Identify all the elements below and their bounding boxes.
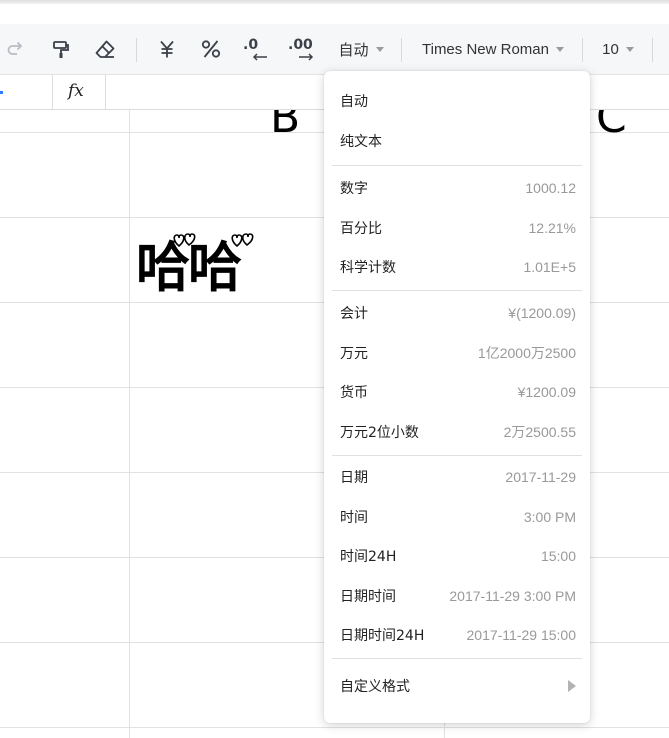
menu-item-label: 自动	[340, 94, 368, 110]
menu-item-label: 纯文本	[340, 134, 382, 150]
font-family-dropdown[interactable]: Times New Roman	[418, 24, 568, 74]
menu-item-sample: 2017-11-29	[505, 469, 576, 485]
formula-bar-divider	[105, 75, 106, 109]
toolbar-separator	[136, 38, 137, 62]
menu-item-plain-text[interactable]: 纯文本	[324, 122, 590, 160]
menu-item-number[interactable]: 数字 1000.12	[324, 169, 590, 207]
toolbar-separator	[652, 38, 653, 62]
number-format-value: 自动	[338, 40, 369, 59]
menu-item-accounting[interactable]: 会计 ¥(1200.09)	[324, 294, 590, 332]
menu-item-sample: 2万2500.55	[503, 424, 576, 440]
menu-item-label: 科学计数	[340, 260, 396, 276]
menu-item-auto[interactable]: 自动	[324, 82, 590, 120]
menu-item-label: 日期	[340, 470, 368, 486]
menu-item-sample: 15:00	[540, 548, 576, 564]
menu-divider	[332, 455, 582, 456]
menu-item-datetime[interactable]: 日期时间 2017-11-29 3:00 PM	[324, 577, 590, 615]
menu-divider	[332, 165, 582, 166]
menu-item-custom-format[interactable]: 自定义格式	[324, 667, 590, 705]
menu-item-label: 会计	[340, 306, 368, 322]
menu-divider	[332, 290, 582, 291]
toolbar-separator	[582, 38, 583, 62]
chevron-down-icon	[555, 46, 564, 52]
menu-divider	[332, 658, 582, 659]
percent-icon[interactable]	[198, 24, 224, 74]
menu-item-label: 万元2位小数	[340, 425, 419, 441]
menu-item-scientific[interactable]: 科学计数 1.01E+5	[324, 248, 590, 286]
increase-decimal-button[interactable]: .00	[286, 24, 318, 74]
menu-item-sample: 2017-11-29 3:00 PM	[449, 588, 576, 604]
column-line	[129, 110, 130, 738]
cell-text-b: B	[270, 110, 301, 143]
menu-item-sample: 1000.12	[525, 180, 576, 196]
row-line	[0, 727, 669, 728]
window-top-strip	[0, 0, 669, 24]
format-painter-icon[interactable]	[48, 24, 74, 74]
redo-icon[interactable]	[2, 24, 28, 74]
increase-decimal-label: .00	[288, 37, 313, 53]
number-format-menu: 自动 纯文本 数字 1000.12 百分比 12.21% 科学计数 1.01E+…	[324, 71, 590, 723]
formula-bar-divider	[52, 75, 53, 109]
toolbar: .0 .00 自动 Times New Roman 10	[0, 24, 669, 75]
toolbar-separator	[401, 38, 402, 62]
menu-item-label: 时间	[340, 510, 368, 526]
menu-item-datetime-24h[interactable]: 日期时间24H 2017-11-29 15:00	[324, 616, 590, 654]
font-size-value: 10	[602, 40, 619, 58]
decrease-decimal-label: .0	[243, 37, 259, 53]
fx-icon: fx	[68, 81, 84, 101]
arrow-right-icon	[299, 53, 314, 61]
chevron-down-icon	[625, 46, 634, 52]
number-format-dropdown[interactable]: 自动	[336, 24, 386, 74]
menu-item-currency[interactable]: 货币 ¥1200.09	[324, 373, 590, 411]
arrow-left-icon	[252, 53, 267, 61]
menu-item-sample: 12.21%	[528, 220, 576, 236]
menu-item-percent[interactable]: 百分比 12.21%	[324, 209, 590, 247]
menu-item-sample: 1.01E+5	[523, 259, 576, 275]
menu-item-sample: ¥1200.09	[517, 384, 576, 400]
font-size-dropdown[interactable]: 10	[598, 24, 638, 74]
font-family-value: Times New Roman	[422, 40, 549, 58]
cell-reference-marker	[0, 91, 3, 94]
menu-item-label: 万元	[340, 346, 368, 362]
decrease-decimal-button[interactable]: .0	[240, 24, 270, 74]
menu-item-label: 自定义格式	[340, 679, 410, 695]
cell-text-haha: 哈哈	[136, 236, 242, 299]
menu-item-wan-yuan[interactable]: 万元 1亿2000万2500	[324, 334, 590, 372]
menu-item-label: 货币	[340, 385, 368, 401]
menu-item-label: 日期时间24H	[340, 628, 425, 644]
currency-yuan-icon[interactable]	[154, 24, 180, 74]
eraser-icon[interactable]	[92, 24, 118, 74]
menu-item-label: 百分比	[340, 221, 382, 237]
menu-item-sample: ¥(1200.09)	[508, 305, 576, 321]
menu-item-time-24h[interactable]: 时间24H 15:00	[324, 537, 590, 575]
chevron-down-icon	[375, 46, 384, 52]
menu-item-sample: 3:00 PM	[523, 509, 576, 525]
menu-item-time[interactable]: 时间 3:00 PM	[324, 498, 590, 536]
cell-text-c: C	[596, 110, 627, 143]
menu-item-wan-yuan-2-decimal[interactable]: 万元2位小数 2万2500.55	[324, 413, 590, 451]
menu-item-label: 日期时间	[340, 589, 396, 605]
menu-item-label: 数字	[340, 181, 368, 197]
chevron-right-icon	[568, 680, 576, 692]
menu-item-sample: 1亿2000万2500	[477, 345, 576, 361]
menu-item-sample: 2017-11-29 15:00	[466, 627, 577, 643]
menu-item-date[interactable]: 日期 2017-11-29	[324, 458, 590, 496]
menu-item-label: 时间24H	[340, 549, 397, 565]
